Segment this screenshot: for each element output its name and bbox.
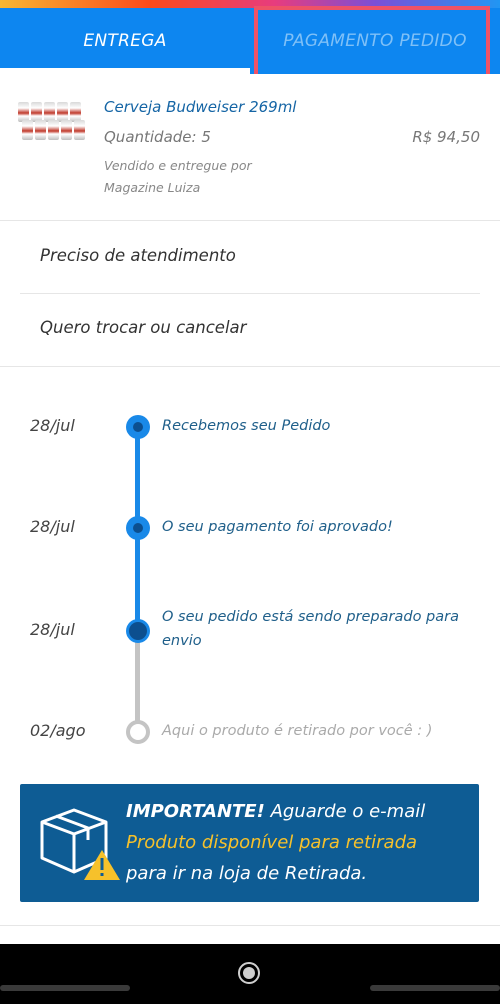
nav-bar-right-pill	[370, 985, 500, 991]
product-name[interactable]: Cerveja Budweiser 269ml	[104, 98, 296, 116]
important-title: IMPORTANTE!	[126, 801, 265, 822]
help-action[interactable]: Preciso de atendimento	[40, 246, 236, 265]
product-seller-name: Magazine Luiza	[104, 180, 201, 195]
divider	[0, 220, 500, 221]
timeline-dot-current	[126, 619, 150, 643]
timeline-step-text: O seu pedido está sendo preparado para e…	[162, 609, 459, 649]
timeline-line-pending	[135, 631, 140, 731]
exchange-cancel-action[interactable]: Quero trocar ou cancelar	[40, 318, 246, 337]
timeline-date: 28/jul	[30, 620, 75, 639]
timeline-dot-pending	[126, 720, 150, 744]
tab-entrega[interactable]: ENTREGA	[0, 8, 250, 74]
divider	[0, 925, 500, 926]
timeline-step-text: Recebemos seu Pedido	[162, 418, 331, 434]
product-thumbnail	[18, 100, 85, 144]
timeline-dot-done	[126, 516, 150, 540]
package-warning-icon	[40, 808, 120, 880]
product-seller-label: Vendido e entregue por	[104, 158, 252, 173]
divider	[0, 366, 500, 367]
timeline-date: 28/jul	[30, 416, 75, 435]
important-highlight: Produto disponível para retirada	[126, 832, 418, 853]
important-notice: IMPORTANTE! Aguarde o e-mail Produto dis…	[20, 784, 479, 902]
product-card[interactable]: Cerveja Budweiser 269ml Quantidade: 5 R$…	[0, 74, 500, 220]
timeline-date: 02/ago	[30, 721, 86, 740]
product-quantity: Quantidade: 5	[104, 128, 211, 146]
important-text: IMPORTANTE! Aguarde o e-mail Produto dis…	[126, 796, 425, 889]
product-price: R$ 94,50	[412, 128, 480, 146]
timeline-step-text: O seu pagamento foi aprovado!	[162, 519, 393, 535]
divider	[20, 293, 480, 294]
system-nav-bar	[0, 944, 500, 1004]
timeline-step-text: Aqui o produto é retirado por você : )	[162, 723, 433, 739]
timeline-date: 28/jul	[30, 517, 75, 536]
important-line3: para ir na loja de Retirada.	[126, 863, 368, 884]
timeline-dot-done	[126, 415, 150, 439]
important-line1: Aguarde o e-mail	[270, 801, 426, 822]
home-button-icon[interactable]	[238, 962, 260, 984]
nav-bar-left-pill	[0, 985, 130, 991]
